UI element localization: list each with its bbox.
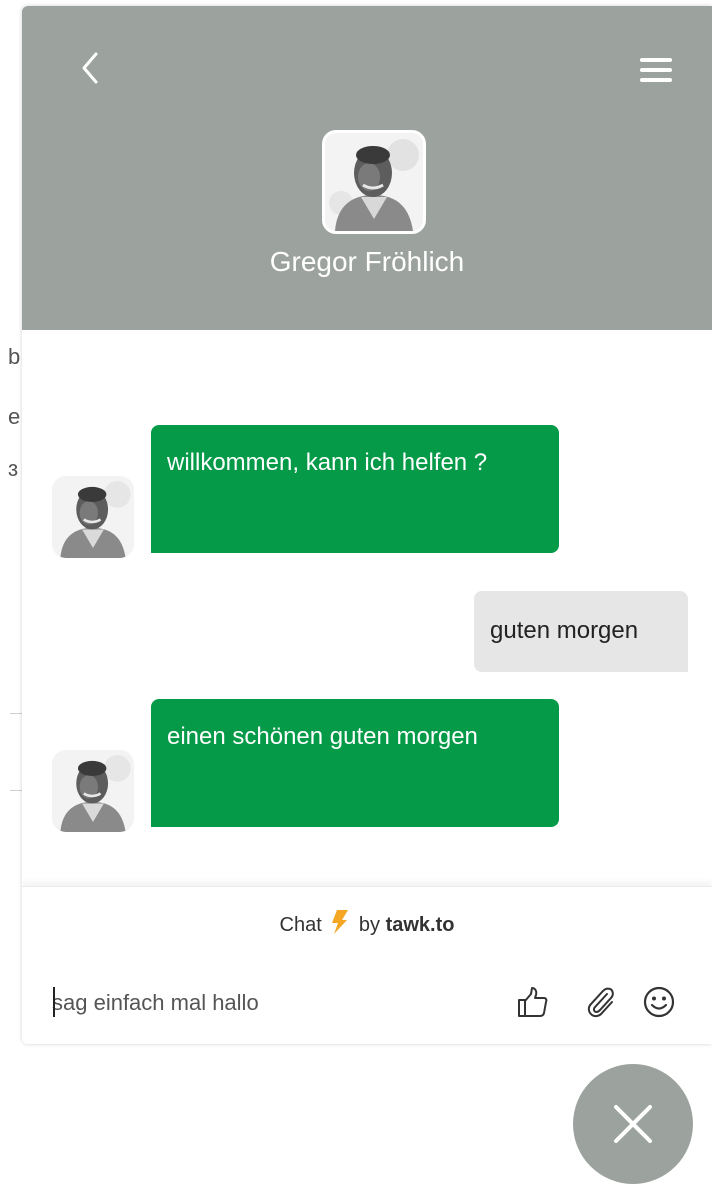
agent-avatar — [322, 130, 426, 234]
emoji-button[interactable] — [642, 985, 676, 1019]
visitor-message-bubble: guten morgen — [474, 591, 688, 672]
agent-avatar-small — [52, 750, 134, 832]
chat-footer: Chat by tawk.to — [22, 886, 712, 1044]
attach-file-button[interactable] — [584, 985, 618, 1019]
thumbs-up-button[interactable] — [516, 985, 550, 1019]
branding-by: by — [358, 914, 381, 936]
branding-brand: tawk.to — [385, 914, 455, 936]
paperclip-icon — [587, 987, 614, 1018]
message-input[interactable] — [52, 983, 492, 1023]
agent-message-bubble: einen schönen guten morgen — [151, 699, 559, 827]
background-text-fragment: b — [8, 344, 21, 369]
agent-name: Gregor Fröhlich — [269, 246, 465, 277]
agent-avatar-small — [52, 476, 134, 558]
branding-link[interactable]: Chat by tawk.to — [22, 909, 712, 941]
branding-prefix: Chat — [279, 914, 322, 936]
lightning-bolt-icon — [331, 909, 349, 941]
close-icon — [614, 1105, 652, 1143]
hamburger-menu-icon — [640, 58, 672, 82]
message-list: willkommen, kann ich helfen ? guten morg… — [22, 330, 712, 886]
background-text-fragment: ɜ — [8, 456, 19, 481]
menu-button[interactable] — [634, 50, 678, 90]
back-button[interactable] — [72, 44, 108, 94]
text-caret — [53, 987, 55, 1017]
chat-widget: Gregor Fröhlich willkommen, kann ich hel… — [22, 6, 712, 1044]
smiley-icon — [643, 986, 675, 1018]
thumbs-up-icon — [518, 987, 548, 1017]
background-text-fragment: e — [8, 404, 21, 429]
close-chat-button[interactable] — [573, 1064, 693, 1184]
chat-header: Gregor Fröhlich — [22, 6, 712, 330]
agent-message-bubble: willkommen, kann ich helfen ? — [151, 425, 559, 553]
chevron-left-icon — [82, 52, 98, 84]
